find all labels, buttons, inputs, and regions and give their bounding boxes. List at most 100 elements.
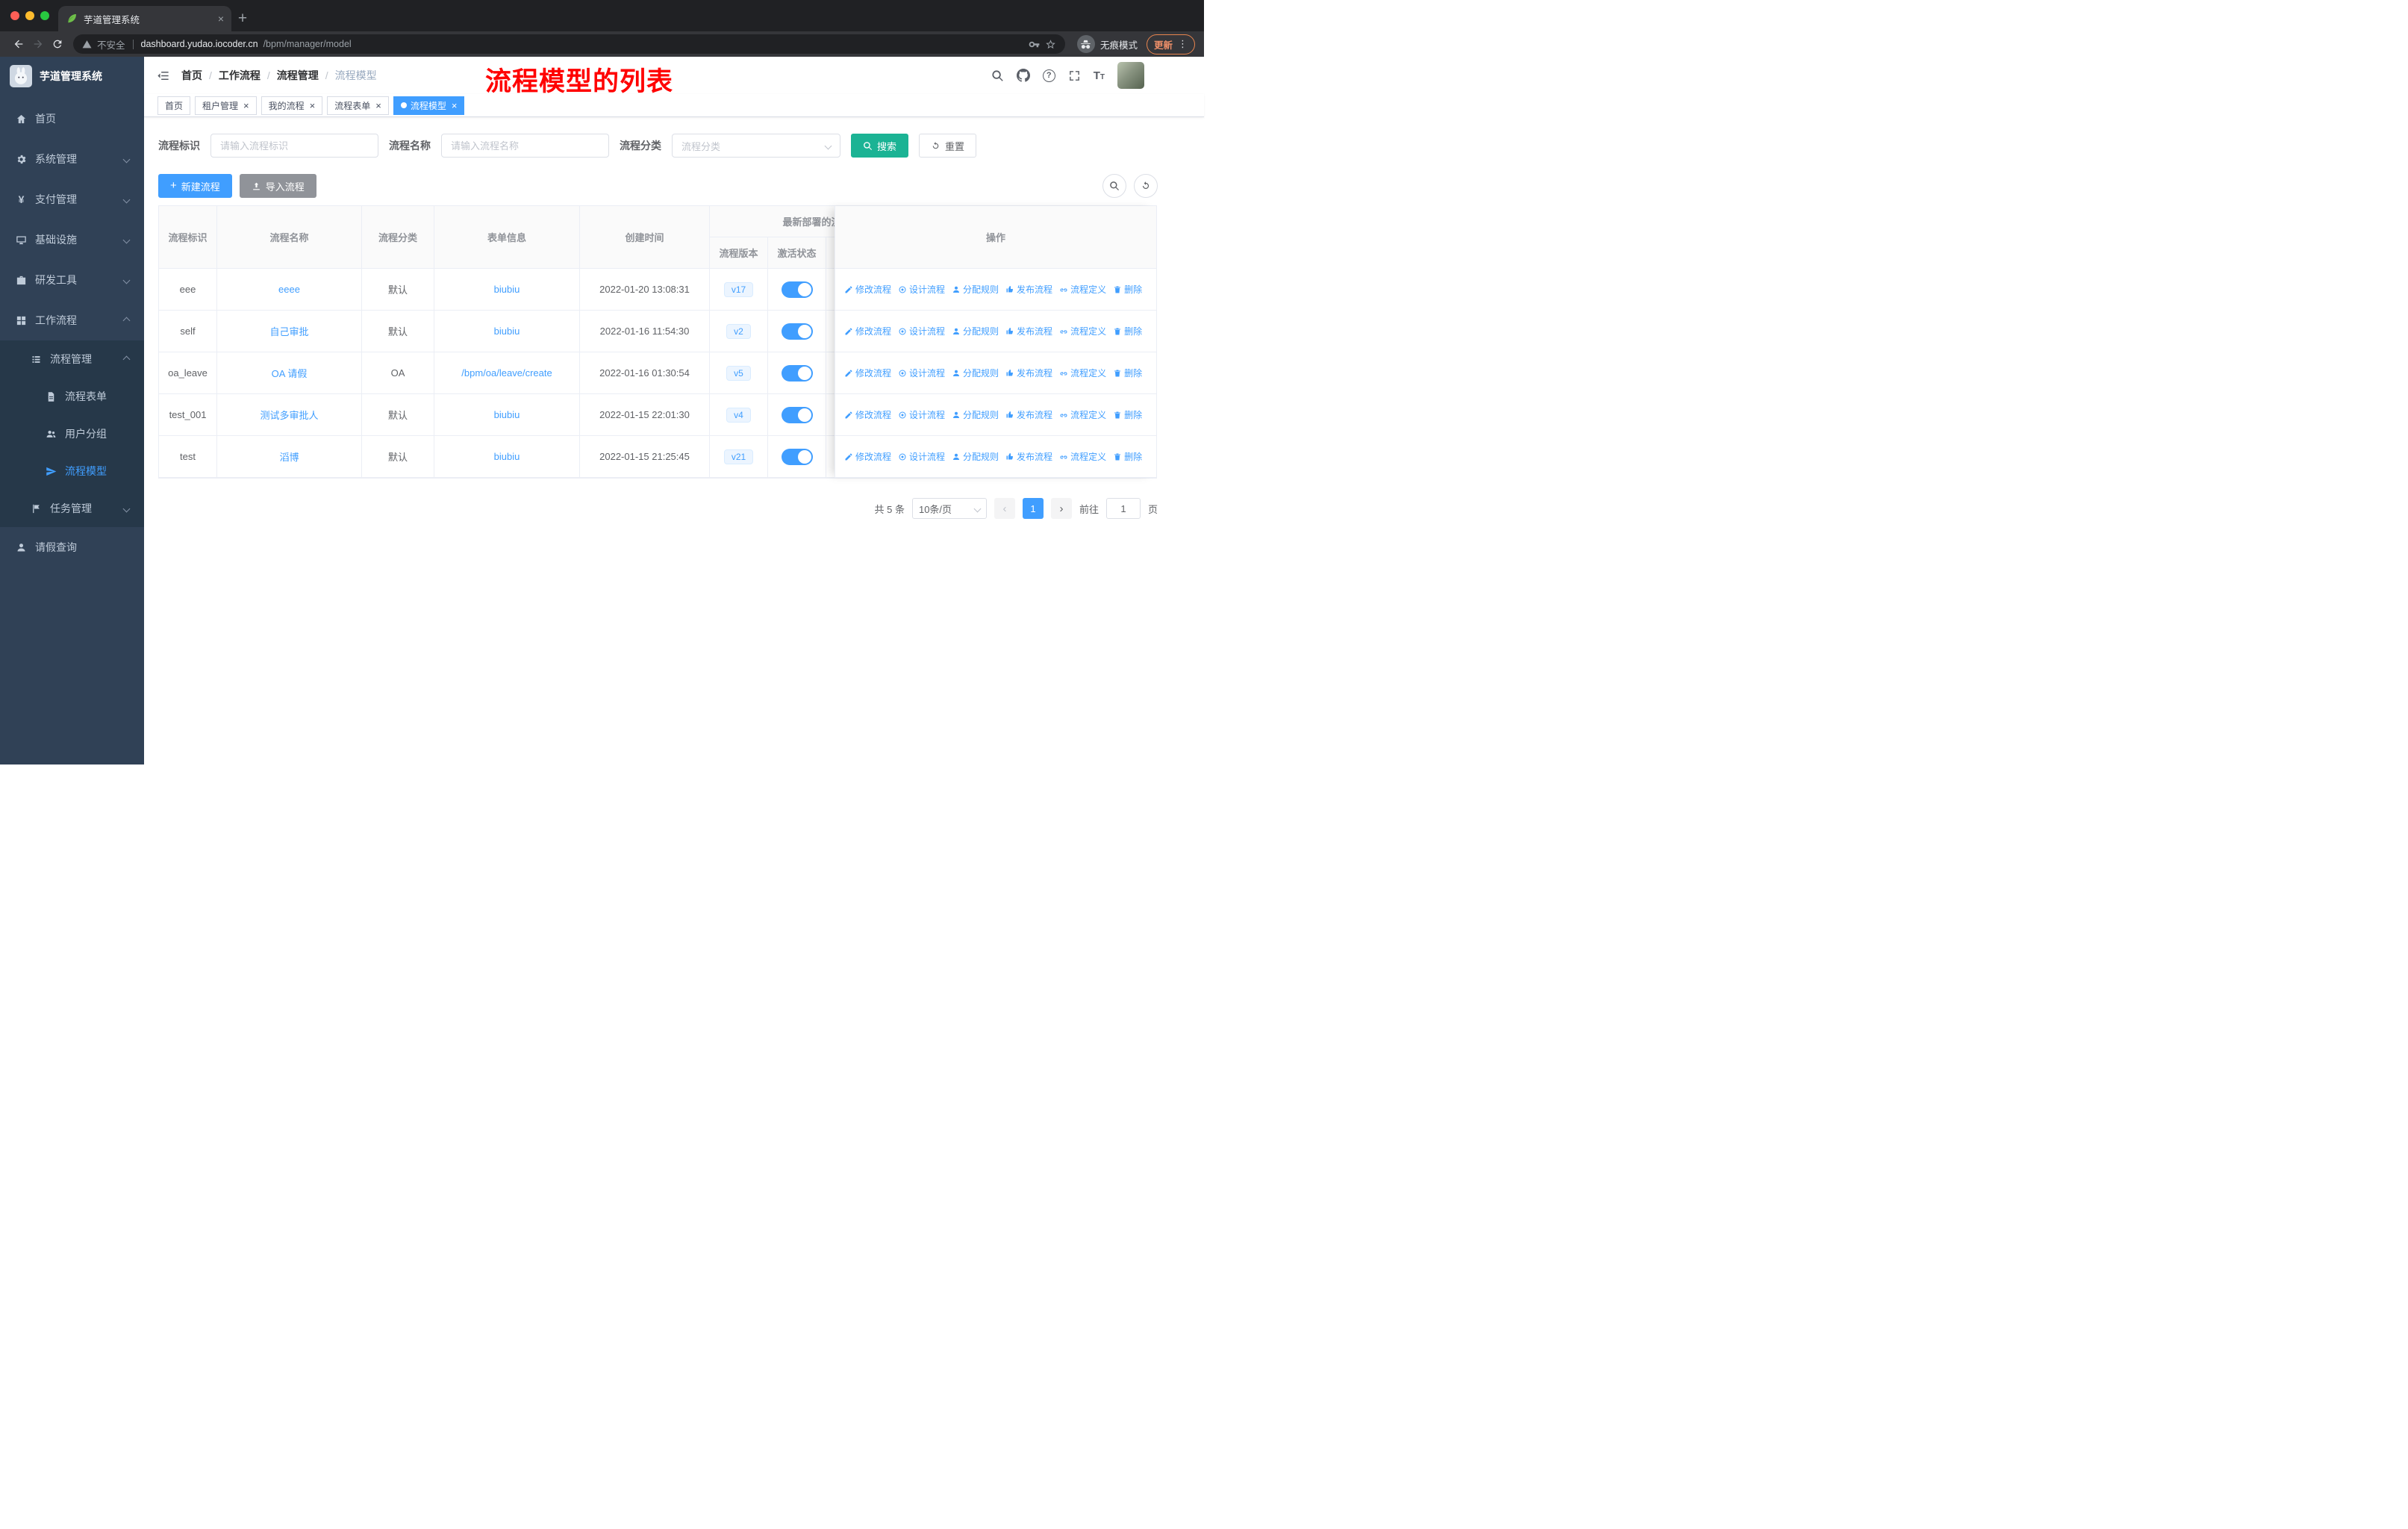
process-name-link[interactable]: 滔博: [279, 449, 299, 464]
publish-link[interactable]: 发布流程: [1005, 408, 1052, 421]
goto-page-input[interactable]: [1105, 498, 1141, 519]
assign-rule-link[interactable]: 分配规则: [952, 283, 999, 296]
definition-link[interactable]: 流程定义: [1059, 325, 1106, 337]
active-toggle[interactable]: [781, 364, 813, 382]
process-name-input[interactable]: [441, 134, 609, 158]
prev-page-button[interactable]: ‹: [994, 498, 1015, 519]
process-key-input[interactable]: [210, 134, 378, 158]
reload-icon[interactable]: [48, 35, 67, 53]
design-link[interactable]: 设计流程: [898, 367, 945, 379]
assign-rule-link[interactable]: 分配规则: [952, 367, 999, 379]
process-name-link[interactable]: 自己审批: [269, 324, 308, 338]
hamburger-icon[interactable]: [156, 69, 170, 83]
user-avatar[interactable]: [1117, 62, 1144, 89]
tags-view-item[interactable]: 租户管理 ×: [195, 96, 257, 115]
definition-link[interactable]: 流程定义: [1059, 367, 1106, 379]
modify-link[interactable]: 修改流程: [844, 325, 891, 337]
tags-view-item[interactable]: 流程模型 ×: [393, 96, 465, 115]
breadcrumb-item[interactable]: 流程管理: [277, 68, 319, 83]
sidebar-item-process-form[interactable]: 流程表单: [0, 378, 144, 415]
browser-tab[interactable]: 芋道管理系统 ×: [58, 6, 231, 31]
back-icon[interactable]: [9, 35, 28, 53]
modify-link[interactable]: 修改流程: [844, 367, 891, 379]
close-icon[interactable]: ×: [310, 101, 316, 110]
tags-view-item[interactable]: 流程表单 ×: [327, 96, 389, 115]
sidebar-item-workflow[interactable]: 工作流程: [0, 300, 144, 340]
delete-link[interactable]: 删除: [1113, 325, 1142, 337]
tags-view-item[interactable]: 首页: [157, 96, 191, 115]
process-name-link[interactable]: 测试多审批人: [260, 408, 318, 422]
breadcrumb-item[interactable]: 首页: [181, 68, 202, 83]
sidebar-item-system[interactable]: 系统管理: [0, 139, 144, 179]
modify-link[interactable]: 修改流程: [844, 408, 891, 421]
form-info-link[interactable]: /bpm/oa/leave/create: [461, 367, 552, 379]
create-process-button[interactable]: + 新建流程: [158, 174, 232, 198]
sidebar-item-user-group[interactable]: 用户分组: [0, 415, 144, 452]
breadcrumb-item[interactable]: 工作流程: [219, 68, 261, 83]
publish-link[interactable]: 发布流程: [1005, 367, 1052, 379]
new-tab-button[interactable]: +: [231, 6, 254, 31]
password-key-icon[interactable]: [1029, 39, 1040, 50]
definition-link[interactable]: 流程定义: [1059, 450, 1106, 463]
sidebar-item-task-manage[interactable]: 任务管理: [0, 490, 144, 527]
publish-link[interactable]: 发布流程: [1005, 325, 1052, 337]
form-info-link[interactable]: biubiu: [494, 409, 520, 420]
modify-link[interactable]: 修改流程: [844, 450, 891, 463]
assign-rule-link[interactable]: 分配规则: [952, 408, 999, 421]
search-button[interactable]: 搜索: [851, 134, 909, 158]
close-icon[interactable]: ×: [243, 101, 249, 110]
search-icon[interactable]: [991, 69, 1004, 82]
import-process-button[interactable]: 导入流程: [239, 174, 316, 198]
sidebar-item-process-model[interactable]: 流程模型: [0, 452, 144, 490]
github-icon[interactable]: [1016, 69, 1030, 82]
form-info-link[interactable]: biubiu: [494, 451, 520, 462]
fullscreen-icon[interactable]: [1068, 69, 1081, 82]
delete-link[interactable]: 删除: [1113, 367, 1142, 379]
sidebar-item-home[interactable]: 首页: [0, 99, 144, 139]
assign-rule-link[interactable]: 分配规则: [952, 450, 999, 463]
publish-link[interactable]: 发布流程: [1005, 450, 1052, 463]
sidebar-item-devtools[interactable]: 研发工具: [0, 260, 144, 300]
tab-close-icon[interactable]: ×: [218, 13, 224, 24]
maximize-window-button[interactable]: [40, 11, 49, 20]
bookmark-star-icon[interactable]: [1045, 39, 1056, 50]
next-page-button[interactable]: ›: [1050, 498, 1072, 519]
sidebar-item-payment[interactable]: ¥ 支付管理: [0, 179, 144, 219]
refresh-table-button[interactable]: [1134, 174, 1158, 198]
delete-link[interactable]: 删除: [1113, 450, 1142, 463]
sidebar-item-process-manage[interactable]: 流程管理: [0, 340, 144, 378]
form-info-link[interactable]: biubiu: [494, 326, 520, 337]
design-link[interactable]: 设计流程: [898, 325, 945, 337]
modify-link[interactable]: 修改流程: [844, 283, 891, 296]
page-number-button[interactable]: 1: [1022, 498, 1044, 519]
delete-link[interactable]: 删除: [1113, 283, 1142, 296]
close-window-button[interactable]: [10, 11, 19, 20]
font-size-icon[interactable]: TT: [1094, 70, 1105, 81]
form-info-link[interactable]: biubiu: [494, 284, 520, 295]
process-name-link[interactable]: eeee: [278, 284, 300, 295]
app-logo-row[interactable]: 芋道管理系统: [0, 57, 144, 96]
help-icon[interactable]: ?: [1042, 69, 1055, 82]
close-icon[interactable]: ×: [375, 101, 381, 110]
toggle-search-button[interactable]: [1102, 174, 1126, 198]
sidebar-item-infra[interactable]: 基础设施: [0, 219, 144, 260]
address-bar[interactable]: 不安全 dashboard.yudao.iocoder.cn/bpm/manag…: [73, 34, 1065, 54]
tags-view-item[interactable]: 我的流程 ×: [261, 96, 323, 115]
forward-icon[interactable]: [28, 35, 48, 53]
sidebar-item-leave-query[interactable]: 请假查询: [0, 527, 144, 567]
design-link[interactable]: 设计流程: [898, 450, 945, 463]
incognito-chip[interactable]: 无痕模式: [1076, 35, 1138, 53]
design-link[interactable]: 设计流程: [898, 283, 945, 296]
publish-link[interactable]: 发布流程: [1005, 283, 1052, 296]
active-toggle[interactable]: [781, 323, 813, 340]
page-size-select[interactable]: 10条/页: [911, 498, 987, 519]
definition-link[interactable]: 流程定义: [1059, 283, 1106, 296]
reset-button[interactable]: 重置: [919, 134, 977, 158]
active-toggle[interactable]: [781, 448, 813, 465]
active-toggle[interactable]: [781, 281, 813, 298]
active-toggle[interactable]: [781, 406, 813, 423]
design-link[interactable]: 设计流程: [898, 408, 945, 421]
browser-update-menu[interactable]: 更新 ⋮: [1146, 34, 1195, 55]
process-category-select[interactable]: 流程分类: [672, 134, 840, 158]
delete-link[interactable]: 删除: [1113, 408, 1142, 421]
